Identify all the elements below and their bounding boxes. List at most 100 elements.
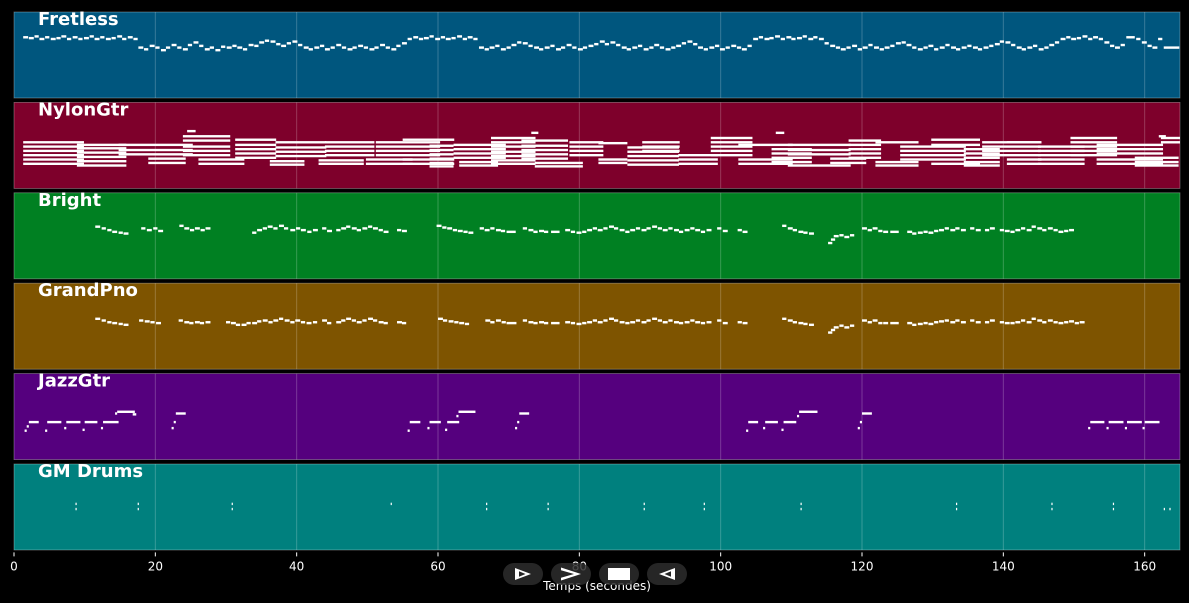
x-tick-label: 40	[289, 559, 304, 573]
note-mark	[137, 502, 139, 506]
note-mark	[484, 48, 489, 51]
note-mark	[791, 37, 796, 41]
note-mark	[983, 46, 989, 49]
note-mark	[796, 414, 800, 418]
note-mark	[1037, 319, 1043, 322]
note-mark	[786, 36, 792, 39]
rewind-button[interactable]	[647, 563, 687, 585]
note-mark	[576, 231, 582, 234]
note-mark	[175, 412, 186, 415]
note-mark	[534, 46, 540, 49]
note-mark	[330, 46, 335, 49]
x-tick-label: 60	[430, 559, 445, 573]
note-mark	[356, 228, 361, 232]
note-mark	[115, 412, 118, 415]
note-mark	[970, 319, 975, 322]
note-mark	[884, 46, 890, 49]
note-mark	[100, 426, 104, 430]
note-mark	[456, 414, 459, 418]
note-mark	[45, 36, 50, 39]
note-mark	[189, 321, 194, 325]
note-mark	[235, 138, 277, 141]
note-mark	[283, 227, 289, 230]
note-mark	[1033, 44, 1038, 48]
note-mark	[118, 143, 193, 147]
note-mark	[867, 321, 872, 324]
note-mark	[199, 44, 204, 48]
note-mark	[148, 157, 186, 160]
note-mark	[1120, 43, 1125, 47]
note-mark	[193, 41, 199, 44]
note-mark	[1053, 228, 1058, 232]
note-mark	[1021, 227, 1026, 230]
note-mark	[521, 153, 569, 156]
note-mark	[659, 46, 665, 49]
note-mark	[23, 145, 84, 148]
note-mark	[257, 320, 262, 323]
stop-button[interactable]	[599, 563, 639, 585]
note-mark	[1082, 35, 1088, 38]
note-mark	[599, 40, 605, 43]
note-mark	[1027, 46, 1033, 49]
stop-icon	[608, 568, 630, 580]
note-mark	[257, 228, 263, 232]
note-mark	[1053, 321, 1058, 324]
note-mark	[1011, 43, 1016, 47]
note-mark	[215, 48, 221, 52]
note-mark	[598, 141, 628, 145]
note-mark	[944, 319, 949, 322]
note-mark	[1158, 37, 1163, 41]
note-mark	[710, 154, 753, 157]
note-mark	[1096, 147, 1164, 151]
note-mark	[610, 41, 616, 44]
note-mark	[706, 321, 712, 324]
note-mark	[763, 426, 766, 430]
note-mark	[700, 230, 706, 234]
note-mark	[878, 229, 883, 233]
note-mark	[875, 141, 919, 144]
note-mark	[457, 229, 463, 233]
note-mark	[383, 230, 389, 234]
note-mark	[800, 502, 802, 506]
note-mark	[687, 40, 693, 43]
note-mark	[560, 46, 566, 49]
note-mark	[627, 159, 679, 162]
track-panel	[13, 282, 1181, 370]
note-mark	[1069, 320, 1074, 323]
note-mark	[798, 230, 804, 234]
note-mark	[312, 228, 318, 232]
note-mark	[76, 160, 127, 163]
note-mark	[1160, 141, 1180, 144]
note-mark	[849, 234, 855, 237]
note-mark	[874, 46, 879, 49]
note-mark	[448, 320, 454, 323]
note-mark	[451, 36, 456, 40]
note-mark	[262, 227, 267, 230]
note-mark	[1054, 41, 1060, 44]
note-mark	[1069, 228, 1074, 232]
note-mark	[1021, 48, 1026, 51]
note-mark	[769, 36, 774, 40]
note-mark	[678, 230, 684, 234]
note-mark	[984, 228, 990, 232]
note-mark	[511, 43, 517, 47]
note-mark	[809, 232, 814, 235]
note-mark	[1006, 141, 1042, 144]
note-mark	[290, 321, 295, 324]
note-mark	[1064, 229, 1069, 233]
note-mark	[276, 42, 281, 46]
play-button[interactable]	[503, 563, 543, 585]
note-mark	[521, 139, 569, 142]
note-mark	[264, 39, 270, 42]
note-mark	[336, 228, 341, 232]
note-mark	[883, 230, 889, 234]
note-mark	[1031, 317, 1036, 320]
note-mark	[796, 36, 802, 40]
note-mark	[738, 143, 793, 147]
note-mark	[975, 228, 981, 232]
note-mark	[1051, 507, 1053, 511]
note-mark	[598, 161, 628, 165]
next-button[interactable]	[551, 563, 591, 585]
note-mark	[1021, 319, 1026, 322]
note-mark	[703, 502, 705, 506]
